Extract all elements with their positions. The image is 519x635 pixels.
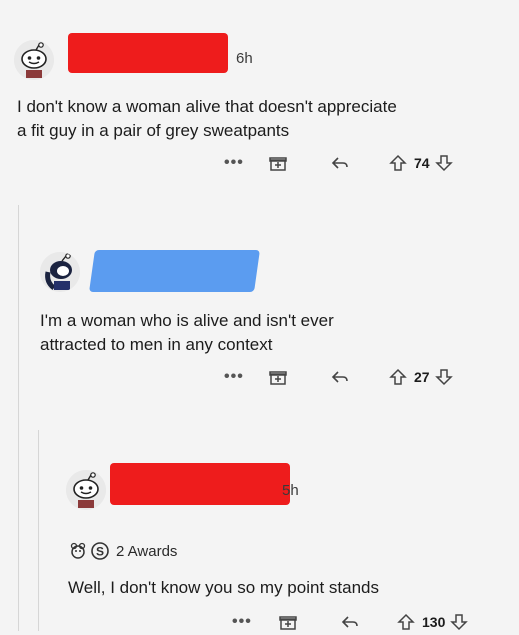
upvote-icon[interactable]	[396, 612, 416, 632]
snoo-avatar-icon	[40, 252, 80, 292]
downvote-icon[interactable]	[434, 367, 454, 387]
thread-line	[18, 205, 19, 631]
vote-count: 27	[414, 369, 430, 385]
downvote-icon[interactable]	[449, 612, 469, 632]
comment-text-line: I'm a woman who is alive and isn't ever	[40, 311, 334, 330]
gift-award-icon[interactable]	[278, 612, 298, 632]
comment-actions: ••• 130	[232, 611, 469, 633]
snoo-avatar-icon	[66, 470, 106, 510]
avatar[interactable]	[66, 470, 106, 510]
timestamp: 6h	[236, 50, 253, 67]
comment-actions: ••• 27	[224, 366, 454, 388]
comment-text: I'm a woman who is alive and isn't ever …	[40, 309, 510, 357]
downvote-icon[interactable]	[434, 153, 454, 173]
gift-award-icon[interactable]	[268, 367, 288, 387]
awards-row: S 2 Awards	[68, 541, 177, 561]
silver-award-icon: S	[90, 541, 110, 561]
gift-award-icon[interactable]	[268, 153, 288, 173]
vote-count: 74	[414, 155, 430, 171]
reply-icon[interactable]	[330, 153, 350, 173]
comment-actions: ••• 74	[224, 152, 454, 174]
awards-label[interactable]: 2 Awards	[116, 543, 177, 560]
avatar[interactable]	[40, 252, 80, 292]
avatar[interactable]	[14, 40, 54, 80]
username-redaction	[110, 463, 290, 505]
more-options-button[interactable]: •••	[224, 368, 268, 386]
helpful-award-icon	[68, 541, 88, 561]
snoo-avatar-icon	[14, 40, 54, 80]
timestamp: 5h	[282, 482, 299, 499]
comment-text-line: attracted to men in any context	[40, 335, 273, 354]
upvote-icon[interactable]	[388, 367, 408, 387]
upvote-icon[interactable]	[388, 153, 408, 173]
more-options-button[interactable]: •••	[224, 154, 268, 172]
comment-text: Well, I don't know you so my point stand…	[68, 576, 508, 600]
more-options-button[interactable]: •••	[232, 613, 278, 631]
comment-text-line: a fit guy in a pair of grey sweatpants	[17, 121, 290, 140]
vote-count: 130	[422, 614, 446, 630]
comment-text-line: Well, I don't know you so my point stand…	[68, 578, 379, 597]
username-redaction	[89, 250, 260, 292]
reply-icon[interactable]	[330, 367, 350, 387]
comment-text: I don't know a woman alive that doesn't …	[17, 95, 517, 143]
username-redaction	[68, 33, 228, 73]
comment-text-line: I don't know a woman alive that doesn't …	[17, 97, 397, 116]
reply-icon[interactable]	[340, 612, 360, 632]
thread-line	[38, 430, 39, 631]
svg-text:S: S	[96, 545, 104, 559]
